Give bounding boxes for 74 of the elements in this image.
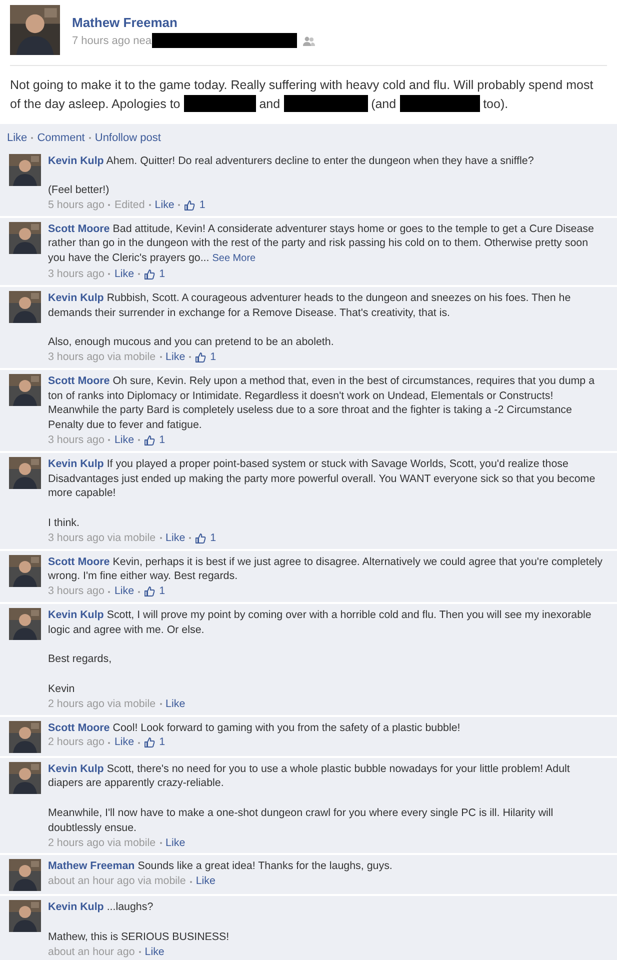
comment-text: Kevin Kulp Scott, I will prove my point by coming over with a horrible cold and flu. Then you will see my inexorable logic and agree with me. Or else. xyxy=(48,608,592,638)
like-link[interactable]: Like xyxy=(154,198,174,213)
author-name[interactable]: Kevin Kulp xyxy=(48,154,104,166)
author-name[interactable]: Kevin Kulp xyxy=(48,762,104,775)
like-count[interactable]: 1 xyxy=(199,198,206,213)
like-count[interactable]: 1 xyxy=(159,584,166,600)
author-name[interactable]: Scott Moore xyxy=(48,722,110,734)
comment-text: Kevin Kulp If you played a proper point-based system or stuck with Savage Worlds, Scott, you'd realize those Disadvantages just ended up making the party more powerful overall. You WANT everyone sick so that you become more capable! xyxy=(48,456,596,502)
comment-text: Meanwhile, I'll now have to make a one-shot dungeon crawl for you where every single PC is ill. Hilarity will doubtlessly ensue. xyxy=(48,806,554,836)
thumbs-up-icon xyxy=(144,268,156,280)
comment-meta: 3 hours ago xyxy=(48,584,104,600)
comment-text: Best regards, xyxy=(48,652,113,668)
like-link[interactable]: Like xyxy=(114,433,134,448)
comment-text: Scott Moore Kevin, perhaps it is best if we just agree to disagree. Alternatively we could agree that you're completely wrong. I'm fine either way. Best regards. xyxy=(48,554,604,584)
author-name[interactable]: Mathew Freeman xyxy=(48,860,135,872)
comment-meta: Edited xyxy=(114,198,145,213)
like-count[interactable]: 1 xyxy=(210,530,216,546)
thumbs-up-icon xyxy=(195,352,206,363)
like-link[interactable]: Like xyxy=(166,836,186,850)
thumbs-up-icon xyxy=(184,200,196,211)
comment-text: I think. xyxy=(48,516,80,531)
comment-text: Mathew Freeman Sounds like a great idea! Thanks for the laughs, guys. xyxy=(48,859,394,874)
comment-text: Also, enough mucous and you can pretend to be an aboleth. xyxy=(48,335,335,350)
comment-text: Scott Moore Oh sure, Kevin. Rely upon a method that, even in the best of circumstances, requires that you dump a ton of ranks into Diplomacy or Intimidate. Regardless it doesn't work on Undead, Elementals or Constructs! Meanwhile the party Bard is completely useless due to a sore throat and the fighter is taking a -2 Circumstance Penalty due to fever and fatigue. xyxy=(48,374,596,434)
like-count[interactable]: 1 xyxy=(159,433,166,448)
comment-meta: 2 hours ago via mobile xyxy=(48,696,156,712)
comment-text: Kevin Kulp Ahem. Quitter! Do real adventurers decline to enter the dungeon when they have a sniffle? xyxy=(48,154,535,168)
thumbs-up-icon xyxy=(195,532,206,544)
author-name[interactable]: Kevin Kulp xyxy=(48,609,104,622)
comment-text: Kevin Kulp Scott, there's no need for you to use a whole plastic bubble nowadays for your little problem! Adult diapers are apparently crazy-reliable. xyxy=(48,762,571,792)
comment-text: Mathew, this is SERIOUS BUSINESS! xyxy=(48,930,230,945)
action-link[interactable]: Comment xyxy=(37,132,85,144)
comment-meta: 3 hours ago xyxy=(48,267,104,282)
like-link[interactable]: Like xyxy=(114,267,134,282)
action-link[interactable]: Unfollow post xyxy=(94,132,161,144)
thumbs-up-icon xyxy=(144,586,156,598)
thumbs-up-icon xyxy=(144,434,156,446)
comment-text: Kevin Kulp ...laughs? xyxy=(48,900,154,916)
like-count[interactable]: 1 xyxy=(159,267,166,282)
thumbs-up-icon xyxy=(144,737,156,748)
author-name[interactable]: Scott Moore xyxy=(48,374,110,387)
comment-text: (Feel better!) xyxy=(48,183,110,198)
like-count[interactable]: 1 xyxy=(159,735,166,750)
comment-meta: 3 hours ago via mobile xyxy=(48,350,156,365)
like-link[interactable]: Like xyxy=(144,944,164,960)
people-icon xyxy=(302,36,315,46)
author-name[interactable]: Kevin Kulp xyxy=(48,292,104,304)
like-count[interactable]: 1 xyxy=(210,350,216,365)
like-link[interactable]: Like xyxy=(166,696,186,712)
comment-meta: 5 hours ago xyxy=(48,198,104,213)
comment-meta: 2 hours ago xyxy=(48,735,104,750)
post-time: 7 hours ago nea xyxy=(72,34,152,48)
comment-meta: 3 hours ago xyxy=(48,433,104,448)
action-link[interactable]: Like xyxy=(7,132,28,144)
like-link[interactable]: Like xyxy=(196,874,216,889)
see-more-link[interactable]: See More xyxy=(212,253,256,264)
comment-meta: 3 hours ago via mobile xyxy=(48,530,156,546)
comment-meta: about an hour ago via mobile xyxy=(48,874,186,889)
like-link[interactable]: Like xyxy=(166,530,186,546)
comment-text: Scott Moore Cool! Look forward to gaming with you from the safety of a plastic bubble! xyxy=(48,720,462,736)
author-name[interactable]: Scott Moore xyxy=(48,222,110,235)
author-name[interactable]: Kevin Kulp xyxy=(48,901,104,914)
like-link[interactable]: Like xyxy=(114,735,134,750)
comment-text: Scott Moore Bad attitude, Kevin! A considerate adventurer stays home or goes to the temple to get a Cure Disease rather than go in the dungeon with the rest of the party and risk passing his cold on to them. Otherwise pretty soon you have the Cleric's prayers go... See More xyxy=(48,222,595,266)
author-name[interactable]: Kevin Kulp xyxy=(48,458,104,470)
comment-meta: 2 hours ago via mobile xyxy=(48,836,156,850)
post-text: Not going to make it to the game today. Really suffering with heavy cold and flu. Will probably spend most of the day asleep. Apologies to and (and too). xyxy=(10,77,594,114)
author-name[interactable]: Mathew Freeman xyxy=(72,13,315,32)
comment-text: Kevin xyxy=(48,682,76,697)
comment-meta: about an hour ago xyxy=(48,944,135,960)
like-link[interactable]: Like xyxy=(114,584,134,600)
comment-text: Kevin Kulp Rubbish, Scott. A courageous adventurer heads to the dungeon and sneezes on his foes. Then he demands their surrender in exchange for a Remove Disease. That's creativity, that is. xyxy=(48,290,572,320)
like-link[interactable]: Like xyxy=(166,350,186,365)
author-name[interactable]: Scott Moore xyxy=(48,556,110,568)
